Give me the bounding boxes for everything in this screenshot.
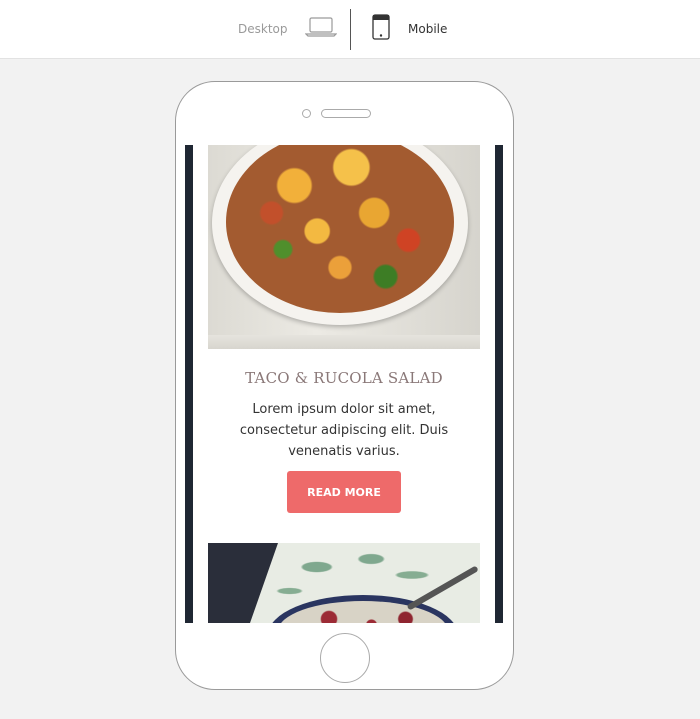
- dark-corner: [208, 543, 278, 623]
- phone-camera: [302, 109, 311, 118]
- desktop-view-button[interactable]: Desktop: [238, 0, 337, 58]
- mobile-label: Mobile: [408, 22, 448, 36]
- phone-home-button: [320, 633, 370, 683]
- spoon: [406, 565, 479, 611]
- email-content: TACO & RUCOLA SALAD Lorem ipsum dolor si…: [193, 145, 495, 623]
- preview-toolbar: Desktop Mobile: [0, 0, 700, 59]
- toolbar-divider: [350, 9, 351, 50]
- phone-screen[interactable]: TACO & RUCOLA SALAD Lorem ipsum dolor si…: [185, 145, 503, 623]
- mobile-view-button[interactable]: Mobile: [371, 0, 447, 58]
- table-surface: [208, 335, 480, 349]
- read-more-button[interactable]: READ MORE: [287, 471, 401, 513]
- phone-frame: TACO & RUCOLA SALAD Lorem ipsum dolor si…: [175, 81, 514, 690]
- mobile-phone-icon: [371, 14, 391, 44]
- article-text: Lorem ipsum dolor sit amet, consectetur …: [239, 402, 449, 459]
- article-title: TACO & RUCOLA SALAD: [245, 369, 443, 387]
- desktop-label: Desktop: [238, 22, 288, 36]
- phone-speaker: [321, 109, 371, 118]
- taco-salad-image: [208, 145, 480, 349]
- laptop-icon: [304, 16, 337, 42]
- rice-dish-image: [208, 543, 480, 623]
